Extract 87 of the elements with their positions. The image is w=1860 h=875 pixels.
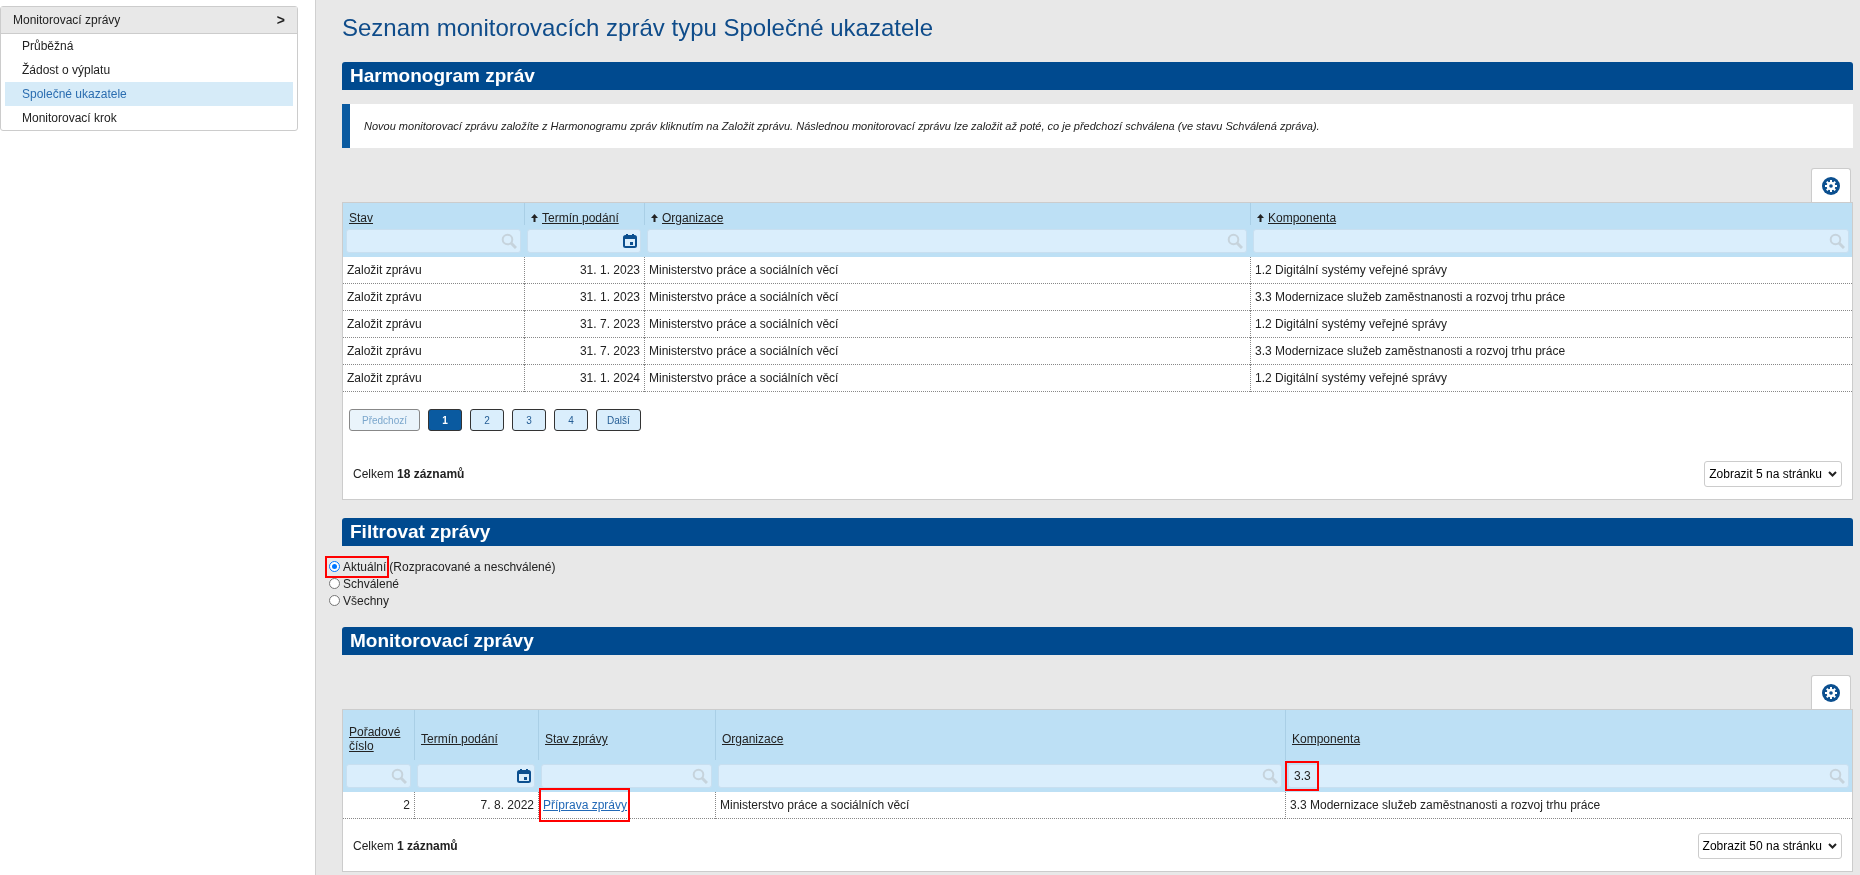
- page-button[interactable]: 1: [428, 409, 463, 431]
- column-header[interactable]: Organizace: [662, 211, 724, 225]
- page-button[interactable]: 3: [512, 409, 547, 431]
- search-icon: [501, 233, 517, 249]
- table-cell: Ministerstvo práce a sociálních věcí: [644, 284, 1250, 311]
- status-link[interactable]: Příprava zprávy: [543, 792, 628, 818]
- sort-arrow-icon: [531, 214, 538, 222]
- page-title: Seznam monitorovacích zpráv typu Společné ukazatele: [342, 13, 934, 43]
- sort-arrow-icon: [1257, 214, 1264, 222]
- table-cell: Ministerstvo práce a sociálních věcí: [644, 338, 1250, 365]
- page-button[interactable]: Další: [596, 409, 641, 431]
- column-header[interactable]: Stav: [349, 211, 373, 225]
- column-header[interactable]: Termín podání: [421, 732, 498, 746]
- table-cell: 31. 7. 2023: [524, 311, 644, 338]
- sidebar-item[interactable]: Společné ukazatele: [5, 82, 293, 106]
- table-cell-text: 3.3 Modernizace služeb zaměstnanosti a rozvoj trhu práce: [1290, 797, 1601, 814]
- search-icon: [391, 768, 407, 784]
- radio-label: Schválené: [343, 576, 400, 591]
- table-cell: Ministerstvo práce a sociálních věcí: [644, 365, 1250, 392]
- table-cell: Založit zprávu: [343, 365, 524, 392]
- info-message: Novou monitorovací zprávu založíte z Harmonogramu zpráv kliknutím na Založit zprávu. Následnou monitorovací zprávu lze založit až poté, co je předchozí schválena (ve stavu Schválená zpráva).: [342, 104, 1853, 148]
- page-button[interactable]: 4: [554, 409, 589, 431]
- table-cell: Založit zprávu: [343, 338, 524, 365]
- search-field[interactable]: [647, 229, 1247, 253]
- search-icon: [692, 768, 708, 784]
- calendar-icon: [623, 234, 637, 248]
- settings-icon: [1822, 176, 1840, 195]
- table-cell: 31. 1. 2023: [524, 257, 644, 284]
- radio-button[interactable]: [329, 578, 340, 589]
- caret-icon: [1828, 843, 1837, 849]
- table-cell: Založit zprávu: [343, 284, 524, 311]
- section-header: Harmonogram zpráv: [342, 62, 1853, 90]
- total-count: Celkem 1 záznamů: [353, 839, 458, 853]
- search-field[interactable]: [541, 764, 712, 788]
- sort-arrow-icon: [651, 214, 658, 222]
- search-field[interactable]: [346, 229, 521, 253]
- table-cell-text: Ministerstvo práce a sociálních věcí: [720, 797, 910, 814]
- search-field[interactable]: [346, 764, 411, 788]
- date-filter-field[interactable]: [527, 229, 641, 253]
- table-cell: 3.3 Modernizace služeb zaměstnanosti a rozvoj trhu práce: [1250, 338, 1852, 365]
- search-icon: [1829, 768, 1845, 784]
- table-cell: Ministerstvo práce a sociálních věcí: [644, 311, 1250, 338]
- radio-label: Všechny: [343, 593, 390, 608]
- settings-button[interactable]: [1811, 168, 1851, 202]
- table-cell-text: 2: [403, 797, 410, 814]
- table-cell: 31. 1. 2024: [524, 365, 644, 392]
- settings-button[interactable]: [1811, 675, 1851, 709]
- column-header[interactable]: Stav zprávy: [545, 732, 608, 746]
- page-button[interactable]: 2: [470, 409, 505, 431]
- menu-title: Monitorovací zprávy: [13, 13, 121, 27]
- search-icon: [1227, 233, 1243, 249]
- column-header[interactable]: Organizace: [722, 732, 784, 746]
- sidebar-item[interactable]: Průběžná: [5, 34, 293, 58]
- page-size-select[interactable]: Zobrazit 5 na stránku: [1704, 461, 1842, 487]
- column-header[interactable]: Komponenta: [1292, 732, 1361, 746]
- date-filter-field[interactable]: [417, 764, 535, 788]
- search-field[interactable]: [718, 764, 1282, 788]
- section-header: Filtrovat zprávy: [342, 518, 1853, 546]
- menu-header[interactable]: Monitorovací zprávy >: [1, 7, 297, 34]
- table-cell: 1.2 Digitální systémy veřejné správy: [1250, 311, 1852, 338]
- table-cell: 31. 1. 2023: [524, 284, 644, 311]
- table-cell: 3.3 Modernizace služeb zaměstnanosti a rozvoj trhu práce: [1250, 284, 1852, 311]
- table-cell-text: 7. 8. 2022: [480, 797, 534, 814]
- table-cell: Založit zprávu: [343, 257, 524, 284]
- table-cell: Ministerstvo práce a sociálních věcí: [644, 257, 1250, 284]
- sidebar-item[interactable]: Žádost o výplatu: [5, 58, 293, 82]
- column-header[interactable]: Komponenta: [1268, 211, 1337, 225]
- settings-icon: [1822, 683, 1840, 702]
- search-field[interactable]: 3.3: [1288, 764, 1849, 788]
- radio-button[interactable]: [329, 595, 340, 606]
- caret-icon: [1828, 471, 1837, 477]
- chevron-icon: >: [276, 12, 285, 28]
- table-cell: Založit zprávu: [343, 311, 524, 338]
- radio-button[interactable]: [329, 561, 340, 572]
- section-header: Monitorovací zprávy: [342, 627, 1853, 655]
- search-icon: [1262, 768, 1278, 784]
- table-cell: 31. 7. 2023: [524, 338, 644, 365]
- sidebar-item[interactable]: Monitorovací krok: [5, 106, 293, 130]
- calendar-icon: [517, 769, 531, 783]
- total-count: Celkem 18 záznamů: [353, 467, 465, 481]
- page-size-select[interactable]: Zobrazit 50 na stránku: [1697, 833, 1842, 859]
- table-cell: 1.2 Digitální systémy veřejné správy: [1250, 257, 1852, 284]
- search-icon: [1829, 233, 1845, 249]
- search-field[interactable]: [1253, 229, 1849, 253]
- table-cell: 1.2 Digitální systémy veřejné správy: [1250, 365, 1852, 392]
- radio-note: (Rozpracované a neschválené): [389, 559, 556, 574]
- radio-label: Aktuální: [343, 559, 387, 574]
